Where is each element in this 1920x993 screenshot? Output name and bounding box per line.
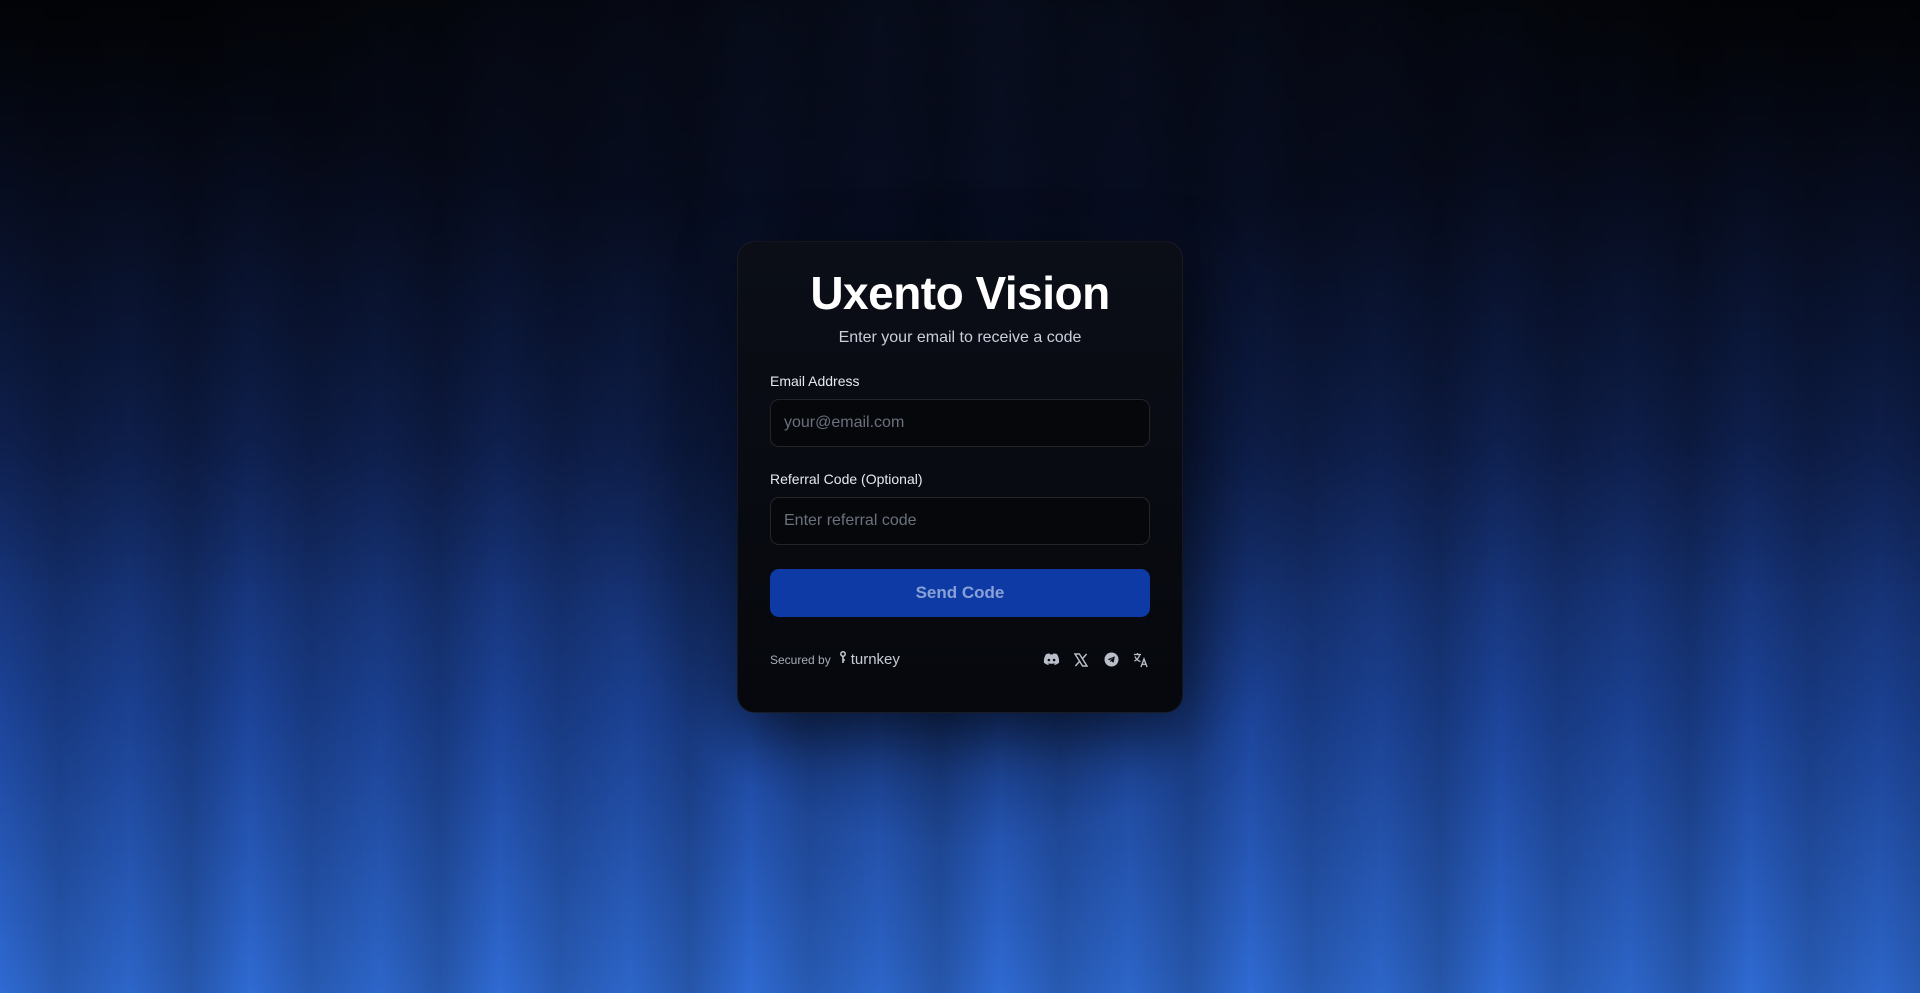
telegram-icon[interactable] — [1102, 651, 1120, 669]
turnkey-brand-text: turnkey — [850, 651, 900, 669]
turnkey-logo: turnkey — [839, 651, 900, 668]
secured-by-label: Secured by — [770, 652, 831, 667]
card-footer: Secured by turnkey — [770, 651, 1150, 669]
app-subtitle: Enter your email to receive a code — [838, 328, 1082, 346]
referral-label: Referral Code (Optional) — [770, 470, 923, 487]
email-label: Email Address — [770, 372, 860, 389]
discord-icon[interactable] — [1042, 651, 1060, 669]
login-card: Uxento Vision Enter your email to receiv… — [737, 241, 1183, 713]
send-code-button[interactable]: Send Code — [770, 568, 1150, 617]
social-links — [1042, 651, 1150, 669]
x-icon[interactable] — [1072, 651, 1090, 669]
email-input[interactable] — [770, 398, 1150, 447]
referral-code-input[interactable] — [770, 496, 1150, 545]
secured-by: Secured by turnkey — [770, 651, 900, 668]
app-title: Uxento Vision — [810, 267, 1110, 319]
translate-icon[interactable] — [1132, 651, 1150, 669]
turnkey-key-icon — [839, 651, 847, 668]
